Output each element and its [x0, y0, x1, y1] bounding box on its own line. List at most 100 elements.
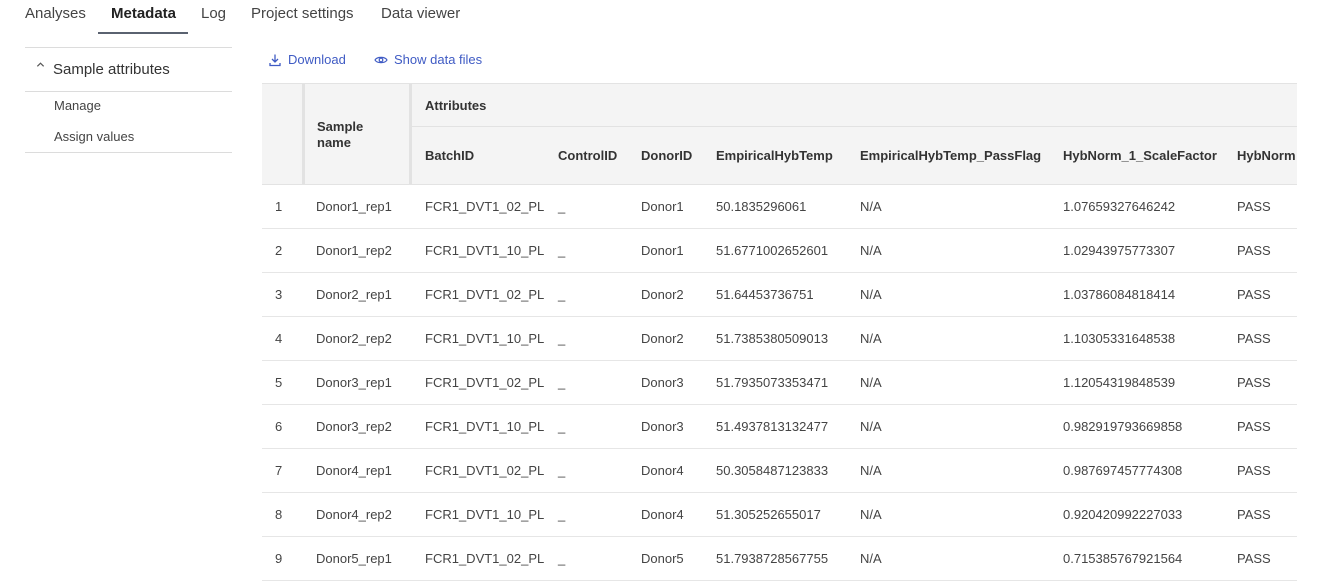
cell-controlid: _: [558, 243, 566, 258]
column-header-batchid[interactable]: BatchID: [425, 148, 474, 163]
cell-empiricalhybtemp: 51.4937813132477: [716, 419, 829, 434]
cell-scalefactor: 1.03786084818414: [1063, 287, 1176, 302]
cell-empiricalhybtemp: 51.305252655017: [716, 507, 821, 522]
cell-sample-name: Donor5_rep1: [316, 551, 392, 566]
tab-bar: Analyses Metadata Log Project settings D…: [0, 0, 1326, 36]
cell-empiricalhybtemp: 51.7935073353471: [716, 375, 829, 390]
cell-batchid: FCR1_DVT1_10_PL: [425, 507, 545, 522]
sample-name-header[interactable]: Sample name: [317, 119, 363, 151]
cell-sample-name: Donor4_rep2: [316, 507, 392, 522]
column-header-empiricalhybtemp-passflag[interactable]: EmpiricalHybTemp_PassFlag: [860, 148, 1041, 163]
cell-scalefactor: 0.920420992227033: [1063, 507, 1183, 522]
cell-controlid: _: [558, 463, 566, 478]
cell-sample-name: Donor4_rep1: [316, 463, 392, 478]
column-header-donorid[interactable]: DonorID: [641, 148, 692, 163]
cell-empiricalhybtemp: 50.3058487123833: [716, 463, 829, 478]
cell-hybnorm: PASS: [1237, 419, 1271, 434]
table-row[interactable]: 7 Donor4_rep1 FCR1_DVT1_02_PL _ Donor4 50.305…: [262, 449, 1297, 493]
cell-controlid: _: [558, 331, 566, 346]
cell-scalefactor: 1.02943975773307: [1063, 243, 1176, 258]
cell-hybnorm: PASS: [1237, 463, 1271, 478]
header-divider: [409, 84, 412, 184]
row-number: 5: [275, 375, 283, 390]
table-row[interactable]: 5 Donor3_rep1 FCR1_DVT1_02_PL _ Donor3 51.793…: [262, 361, 1297, 405]
cell-donorid: Donor3: [641, 419, 684, 434]
row-number: 3: [275, 287, 283, 302]
cell-scalefactor: 0.715385767921564: [1063, 551, 1183, 566]
cell-donorid: Donor5: [641, 551, 684, 566]
table-row[interactable]: 9 Donor5_rep1 FCR1_DVT1_02_PL _ Donor5 51.793…: [262, 537, 1297, 581]
download-button[interactable]: Download: [268, 52, 346, 67]
cell-empiricalhybtemp: 51.64453736751: [716, 287, 814, 302]
table-row[interactable]: 4 Donor2_rep2 FCR1_DVT1_10_PL _ Donor2 51.738…: [262, 317, 1297, 361]
cell-passflag: N/A: [860, 375, 882, 390]
cell-passflag: N/A: [860, 287, 882, 302]
download-label: Download: [288, 52, 346, 67]
cell-passflag: N/A: [860, 199, 882, 214]
cell-hybnorm: PASS: [1237, 507, 1271, 522]
column-header-controlid[interactable]: ControlID: [558, 148, 617, 163]
eye-icon: [374, 53, 388, 67]
table-row[interactable]: 8 Donor4_rep2 FCR1_DVT1_10_PL _ Donor4 51.305…: [262, 493, 1297, 537]
cell-batchid: FCR1_DVT1_02_PL: [425, 287, 545, 302]
column-header-hybnorm[interactable]: HybNorm: [1237, 148, 1296, 163]
cell-controlid: _: [558, 375, 566, 390]
table-row[interactable]: 1 Donor1_rep1 FCR1_DVT1_02_PL _ Donor1 50.183…: [262, 185, 1297, 229]
sidebar-item-assign-values[interactable]: Assign values: [54, 129, 134, 144]
tab-log[interactable]: Log: [201, 5, 226, 22]
cell-sample-name: Donor3_rep1: [316, 375, 392, 390]
sidebar-section-title: Sample attributes: [53, 61, 170, 78]
cell-hybnorm: PASS: [1237, 551, 1271, 566]
row-number: 1: [275, 199, 283, 214]
cell-batchid: FCR1_DVT1_02_PL: [425, 551, 545, 566]
cell-batchid: FCR1_DVT1_02_PL: [425, 463, 545, 478]
tab-data-viewer[interactable]: Data viewer: [381, 5, 460, 22]
row-number: 6: [275, 419, 283, 434]
cell-passflag: N/A: [860, 243, 882, 258]
row-number: 9: [275, 551, 283, 566]
table-row[interactable]: 6 Donor3_rep2 FCR1_DVT1_10_PL _ Donor3 51.493…: [262, 405, 1297, 449]
sidebar-item-manage[interactable]: Manage: [54, 98, 101, 113]
cell-passflag: N/A: [860, 551, 882, 566]
column-header-empiricalhybtemp[interactable]: EmpiricalHybTemp: [716, 148, 833, 163]
show-data-files-label: Show data files: [394, 52, 483, 67]
cell-controlid: _: [558, 287, 566, 302]
tab-project-settings[interactable]: Project settings: [251, 5, 354, 22]
cell-batchid: FCR1_DVT1_02_PL: [425, 375, 545, 390]
table-row[interactable]: 3 Donor2_rep1 FCR1_DVT1_02_PL _ Donor2 51.644…: [262, 273, 1297, 317]
sample-attributes-section-toggle[interactable]: Sample attributes: [25, 47, 232, 92]
cell-batchid: FCR1_DVT1_02_PL: [425, 199, 545, 214]
cell-sample-name: Donor2_rep1: [316, 287, 392, 302]
table-header: Attributes Sample name BatchID ControlID…: [262, 83, 1297, 185]
cell-donorid: Donor2: [641, 331, 684, 346]
cell-hybnorm: PASS: [1237, 375, 1271, 390]
cell-passflag: N/A: [860, 507, 882, 522]
show-data-files-button[interactable]: Show data files: [374, 52, 482, 67]
cell-hybnorm: PASS: [1237, 331, 1271, 346]
cell-batchid: FCR1_DVT1_10_PL: [425, 331, 545, 346]
cell-donorid: Donor3: [641, 375, 684, 390]
cell-passflag: N/A: [860, 331, 882, 346]
cell-empiricalhybtemp: 51.6771002652601: [716, 243, 829, 258]
header-divider: [412, 126, 1297, 127]
column-header-hybnorm-1-scalefactor[interactable]: HybNorm_1_ScaleFactor: [1063, 148, 1217, 163]
tab-analyses[interactable]: Analyses: [25, 5, 86, 22]
cell-hybnorm: PASS: [1237, 243, 1271, 258]
row-number: 2: [275, 243, 283, 258]
cell-controlid: _: [558, 551, 566, 566]
tab-metadata[interactable]: Metadata: [111, 5, 176, 22]
cell-batchid: FCR1_DVT1_10_PL: [425, 419, 545, 434]
cell-hybnorm: PASS: [1237, 199, 1271, 214]
cell-batchid: FCR1_DVT1_10_PL: [425, 243, 545, 258]
cell-controlid: _: [558, 507, 566, 522]
cell-donorid: Donor1: [641, 199, 684, 214]
row-number: 7: [275, 463, 283, 478]
cell-scalefactor: 1.10305331648538: [1063, 331, 1176, 346]
table-row[interactable]: 2 Donor1_rep2 FCR1_DVT1_10_PL _ Donor1 51.677…: [262, 229, 1297, 273]
cell-scalefactor: 0.987697457774308: [1063, 463, 1183, 478]
row-number: 8: [275, 507, 283, 522]
row-number: 4: [275, 331, 283, 346]
cell-empiricalhybtemp: 50.1835296061: [716, 199, 807, 214]
cell-donorid: Donor4: [641, 463, 684, 478]
chevron-up-icon: [36, 60, 45, 72]
